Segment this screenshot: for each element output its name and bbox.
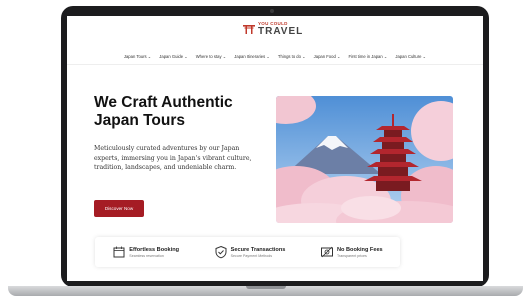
feature-subtitle: Transparent prices <box>336 253 367 258</box>
feature-title: No Booking Fees <box>336 246 383 253</box>
camera-dot <box>270 9 274 13</box>
nav-item-japan-tours[interactable]: Japan Tours ⌄ <box>124 54 151 59</box>
booking-icon <box>113 246 125 258</box>
nav-item-first-time[interactable]: First time in Japan ⌄ <box>348 54 387 59</box>
feature-secure-transactions: Secure Transactions Secure Payment Metho… <box>214 245 286 259</box>
shield-check-icon <box>215 245 227 259</box>
no-fee-icon <box>320 246 333 258</box>
logo-wordmark: TRAVEL <box>258 25 304 37</box>
features-bar: Effortless Booking Seamless reservation … <box>95 237 400 267</box>
feature-subtitle: Secure Payment Methods <box>230 253 272 258</box>
pagoda-fuji-illustration <box>276 96 453 223</box>
feature-no-booking-fees: No Booking Fees Transparent prices <box>320 245 383 259</box>
nav-item-japan-culture[interactable]: Japan Culture ⌄ <box>395 54 426 59</box>
discover-now-button[interactable]: Discover Now <box>94 200 144 217</box>
feature-title: Secure Transactions <box>230 246 286 253</box>
hero-description: Meticulously curated adventures by our J… <box>94 145 252 172</box>
main-nav: Japan Tours ⌄ Japan Guide ⌄ Where to sta… <box>67 54 483 59</box>
nav-item-things-to-do[interactable]: Things to do ⌄ <box>278 54 306 59</box>
torii-logo-icon <box>243 25 255 35</box>
laptop-bezel: YOU COULD TRAVEL Japan Tours ⌄ Japan Gui… <box>61 6 489 287</box>
laptop-base <box>8 286 523 296</box>
nav-item-japan-food[interactable]: Japan Food ⌄ <box>314 54 341 59</box>
feature-title: Effortless Booking <box>129 246 180 253</box>
laptop-notch <box>246 286 286 289</box>
feature-effortless-booking: Effortless Booking Seamless reservation <box>112 245 179 259</box>
hero-image-pagoda-fuji <box>276 96 453 223</box>
feature-subtitle: Seamless reservation <box>129 253 164 258</box>
nav-divider <box>67 64 483 65</box>
hero-headline: We Craft Authentic Japan Tours <box>94 94 233 129</box>
nav-item-japan-guide[interactable]: Japan Guide ⌄ <box>159 54 187 59</box>
nav-item-where-to-stay[interactable]: Where to stay ⌄ <box>196 54 227 59</box>
nav-item-japan-itineraries[interactable]: Japan Itineraries ⌄ <box>234 54 270 59</box>
site-logo[interactable]: YOU COULD TRAVEL <box>243 21 304 37</box>
laptop-screen: YOU COULD TRAVEL Japan Tours ⌄ Japan Gui… <box>67 16 483 281</box>
